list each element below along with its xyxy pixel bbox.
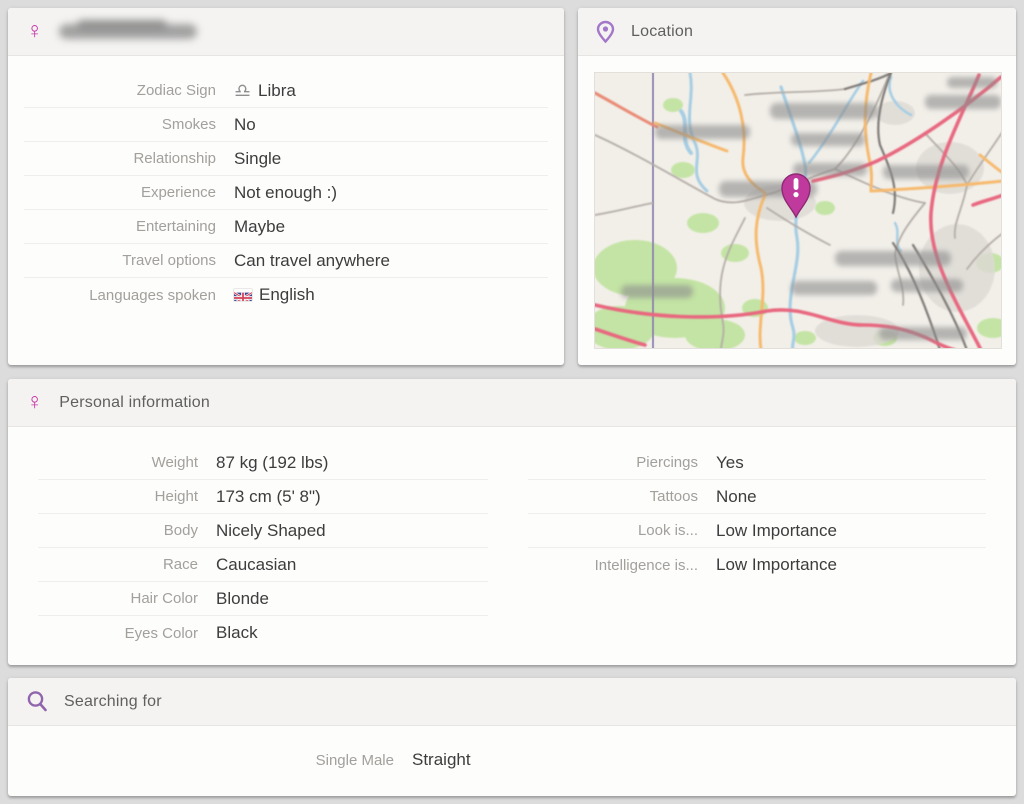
location-pin-icon bbox=[596, 20, 615, 44]
row-body: Body Nicely Shaped bbox=[38, 514, 488, 548]
row-label: Relationship bbox=[24, 150, 216, 167]
row-label: Hair Color bbox=[38, 590, 198, 607]
search-icon bbox=[26, 690, 48, 713]
location-card-title: Location bbox=[631, 23, 693, 41]
row-value: No bbox=[234, 115, 256, 135]
profile-row-relationship: Relationship Single bbox=[24, 142, 548, 176]
row-weight: Weight 87 kg (192 lbs) bbox=[38, 446, 488, 480]
row-value: 87 kg (192 lbs) bbox=[216, 453, 328, 473]
profile-rows: Zodiac Sign ♎ Libra Smokes No Relationsh… bbox=[24, 56, 548, 312]
row-value: Not enough :) bbox=[234, 183, 337, 203]
row-piercings: Piercings Yes bbox=[528, 446, 986, 480]
row-value: Maybe bbox=[234, 217, 285, 237]
searching-for-header: Searching for bbox=[8, 678, 1016, 726]
row-label: Tattoos bbox=[528, 488, 698, 505]
row-label: Weight bbox=[38, 454, 198, 471]
row-single-male: Single Male Straight bbox=[24, 743, 1000, 777]
row-eyes-color: Eyes Color Black bbox=[38, 616, 488, 650]
row-value: ♎ Libra bbox=[234, 81, 296, 101]
row-value: Caucasian bbox=[216, 555, 296, 575]
row-intelligence-importance: Intelligence is... Low Importance bbox=[528, 548, 986, 582]
row-look-importance: Look is... Low Importance bbox=[528, 514, 986, 548]
libra-icon: ♎ bbox=[234, 82, 251, 101]
personal-right-column: Piercings Yes Tattoos None Look is... Lo… bbox=[512, 446, 1016, 650]
profile-row-languages: Languages spoken English bbox=[24, 278, 548, 312]
row-label: Zodiac Sign bbox=[24, 82, 216, 99]
zodiac-value: Libra bbox=[258, 81, 296, 101]
row-label: Travel options bbox=[24, 252, 216, 269]
row-label: Single Male bbox=[24, 752, 394, 769]
row-value: 173 cm (5' 8") bbox=[216, 487, 321, 507]
row-height: Height 173 cm (5' 8") bbox=[38, 480, 488, 514]
row-label: Eyes Color bbox=[38, 625, 198, 642]
username-blurred bbox=[59, 24, 197, 39]
row-label: Entertaining bbox=[24, 218, 216, 235]
row-value: Low Importance bbox=[716, 555, 837, 575]
personal-info-header: ♀ Personal information bbox=[8, 379, 1016, 427]
location-card: Location bbox=[578, 8, 1016, 365]
profile-row-entertaining: Entertaining Maybe bbox=[24, 210, 548, 244]
profile-row-experience: Experience Not enough :) bbox=[24, 176, 548, 210]
row-label: Languages spoken bbox=[24, 287, 216, 304]
pin-exclamation bbox=[794, 178, 799, 190]
row-label: Piercings bbox=[528, 454, 698, 471]
row-hair-color: Hair Color Blonde bbox=[38, 582, 488, 616]
female-icon: ♀ bbox=[26, 19, 43, 42]
row-value: Can travel anywhere bbox=[234, 251, 390, 271]
row-race: Race Caucasian bbox=[38, 548, 488, 582]
uk-flag-icon bbox=[234, 289, 252, 301]
row-label: Body bbox=[38, 522, 198, 539]
profile-card-header: ♀ bbox=[8, 8, 564, 56]
profile-row-smokes: Smokes No bbox=[24, 108, 548, 142]
row-value: Straight bbox=[412, 750, 471, 770]
location-card-header: Location bbox=[578, 8, 1016, 56]
searching-for-card: Searching for Single Male Straight bbox=[8, 678, 1016, 796]
personal-info-title: Personal information bbox=[59, 394, 210, 412]
row-label: Look is... bbox=[528, 522, 698, 539]
row-value: Black bbox=[216, 623, 258, 643]
searching-for-title: Searching for bbox=[64, 693, 162, 711]
profile-row-zodiac: Zodiac Sign ♎ Libra bbox=[24, 74, 548, 108]
row-label: Intelligence is... bbox=[528, 557, 698, 574]
row-value: Low Importance bbox=[716, 521, 837, 541]
row-value: English bbox=[234, 285, 315, 305]
row-label: Height bbox=[38, 488, 198, 505]
row-value: Yes bbox=[716, 453, 744, 473]
row-value: Blonde bbox=[216, 589, 269, 609]
language-value: English bbox=[259, 285, 315, 305]
personal-info-columns: Weight 87 kg (192 lbs) Height 173 cm (5'… bbox=[8, 427, 1016, 650]
personal-info-card: ♀ Personal information Weight 87 kg (192… bbox=[8, 379, 1016, 665]
profile-row-travel: Travel options Can travel anywhere bbox=[24, 244, 548, 278]
row-label: Smokes bbox=[24, 116, 216, 133]
row-tattoos: Tattoos None bbox=[528, 480, 986, 514]
location-map[interactable] bbox=[594, 72, 1002, 349]
profile-card: ♀ Zodiac Sign ♎ Libra Smokes No Relation… bbox=[8, 8, 564, 365]
row-label: Race bbox=[38, 556, 198, 573]
row-value: Nicely Shaped bbox=[216, 521, 326, 541]
female-icon: ♀ bbox=[26, 390, 43, 413]
row-value: Single bbox=[234, 149, 281, 169]
personal-left-column: Weight 87 kg (192 lbs) Height 173 cm (5'… bbox=[8, 446, 512, 650]
searching-rows: Single Male Straight bbox=[24, 726, 1000, 777]
row-label: Experience bbox=[24, 184, 216, 201]
row-value: None bbox=[716, 487, 757, 507]
